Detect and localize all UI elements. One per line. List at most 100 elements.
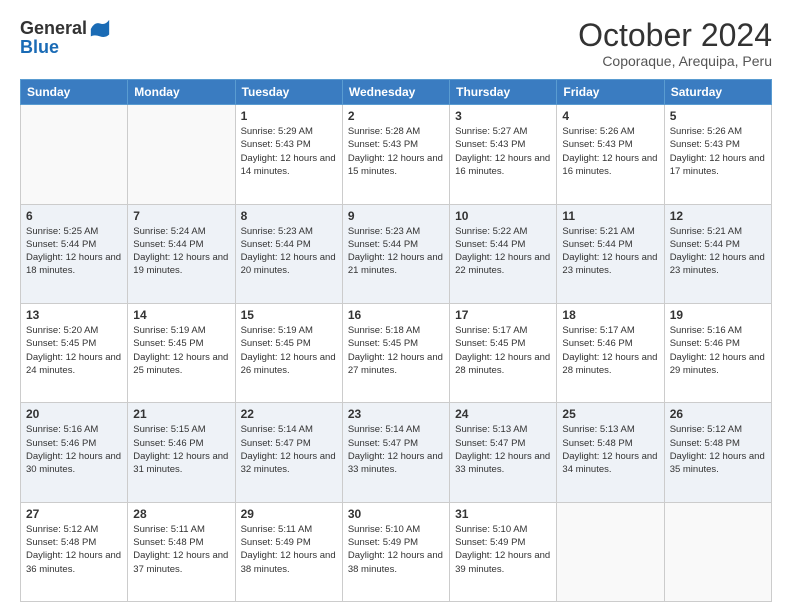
day-number: 30 [348,507,444,521]
logo-general: General [20,19,87,39]
day-info: Sunrise: 5:28 AM Sunset: 5:43 PM Dayligh… [348,125,444,178]
table-row: 3Sunrise: 5:27 AM Sunset: 5:43 PM Daylig… [450,105,557,204]
day-number: 15 [241,308,337,322]
table-row: 23Sunrise: 5:14 AM Sunset: 5:47 PM Dayli… [342,403,449,502]
location: Coporaque, Arequipa, Peru [578,53,772,69]
table-row: 12Sunrise: 5:21 AM Sunset: 5:44 PM Dayli… [664,204,771,303]
table-row: 6Sunrise: 5:25 AM Sunset: 5:44 PM Daylig… [21,204,128,303]
day-number: 17 [455,308,551,322]
day-info: Sunrise: 5:11 AM Sunset: 5:49 PM Dayligh… [241,523,337,576]
day-info: Sunrise: 5:17 AM Sunset: 5:46 PM Dayligh… [562,324,658,377]
day-info: Sunrise: 5:23 AM Sunset: 5:44 PM Dayligh… [241,225,337,278]
header-thursday: Thursday [450,80,557,105]
logo: General Blue [20,18,111,58]
table-row: 5 Sunrise: 5:26 AM Sunset: 5:43 PM Daylig… [664,105,771,204]
day-info: Sunrise: 5:11 AM Sunset: 5:48 PM Dayligh… [133,523,229,576]
logo-icon [89,18,111,40]
day-number: 3 [455,109,551,123]
header-saturday: Saturday [664,80,771,105]
table-row: 29 Sunrise: 5:11 AM Sunset: 5:49 PM Dayli… [235,502,342,601]
day-number: 23 [348,407,444,421]
calendar-table: Sunday Monday Tuesday Wednesday Thursday… [20,79,772,602]
table-row [21,105,128,204]
day-number: 29 [241,507,337,521]
header-sunday: Sunday [21,80,128,105]
month-title: October 2024 [578,18,772,53]
table-row: 30 Sunrise: 5:10 AM Sunset: 5:49 PM Dayli… [342,502,449,601]
table-row: 25Sunrise: 5:13 AM Sunset: 5:48 PM Dayli… [557,403,664,502]
day-info: Sunrise: 5:13 AM Sunset: 5:47 PM Dayligh… [455,423,551,476]
day-number: 5 [670,109,766,123]
day-number: 14 [133,308,229,322]
table-row: 4Sunrise: 5:26 AM Sunset: 5:43 PM Daylig… [557,105,664,204]
table-row: 21Sunrise: 5:15 AM Sunset: 5:46 PM Dayli… [128,403,235,502]
day-info: Sunrise: 5:19 AM Sunset: 5:45 PM Dayligh… [241,324,337,377]
day-number: 26 [670,407,766,421]
day-info: Sunrise: 5:20 AM Sunset: 5:45 PM Dayligh… [26,324,122,377]
table-row: 31Sunrise: 5:10 AM Sunset: 5:49 PM Dayli… [450,502,557,601]
table-row [128,105,235,204]
day-number: 19 [670,308,766,322]
table-row: 28 Sunrise: 5:11 AM Sunset: 5:48 PM Dayli… [128,502,235,601]
header: General Blue October 2024 Coporaque, Are… [20,18,772,69]
calendar-week-5: 27 Sunrise: 5:12 AM Sunset: 5:48 PM Dayli… [21,502,772,601]
day-number: 7 [133,209,229,223]
table-row [664,502,771,601]
day-info: Sunrise: 5:10 AM Sunset: 5:49 PM Dayligh… [348,523,444,576]
day-number: 12 [670,209,766,223]
day-number: 22 [241,407,337,421]
day-info: Sunrise: 5:29 AM Sunset: 5:43 PM Dayligh… [241,125,337,178]
weekday-header-row: Sunday Monday Tuesday Wednesday Thursday… [21,80,772,105]
day-info: Sunrise: 5:25 AM Sunset: 5:44 PM Dayligh… [26,225,122,278]
day-number: 28 [133,507,229,521]
table-row: 15 Sunrise: 5:19 AM Sunset: 5:45 PM Dayli… [235,303,342,402]
day-info: Sunrise: 5:12 AM Sunset: 5:48 PM Dayligh… [26,523,122,576]
day-info: Sunrise: 5:24 AM Sunset: 5:44 PM Dayligh… [133,225,229,278]
day-number: 8 [241,209,337,223]
table-row: 8 Sunrise: 5:23 AM Sunset: 5:44 PM Daylig… [235,204,342,303]
day-info: Sunrise: 5:18 AM Sunset: 5:45 PM Dayligh… [348,324,444,377]
table-row: 26 Sunrise: 5:12 AM Sunset: 5:48 PM Dayli… [664,403,771,502]
table-row: 11Sunrise: 5:21 AM Sunset: 5:44 PM Dayli… [557,204,664,303]
day-number: 24 [455,407,551,421]
day-info: Sunrise: 5:14 AM Sunset: 5:47 PM Dayligh… [241,423,337,476]
calendar-week-1: 1 Sunrise: 5:29 AM Sunset: 5:43 PM Daylig… [21,105,772,204]
table-row: 14Sunrise: 5:19 AM Sunset: 5:45 PM Dayli… [128,303,235,402]
page: General Blue October 2024 Coporaque, Are… [0,0,792,612]
header-wednesday: Wednesday [342,80,449,105]
day-info: Sunrise: 5:17 AM Sunset: 5:45 PM Dayligh… [455,324,551,377]
table-row: 1 Sunrise: 5:29 AM Sunset: 5:43 PM Daylig… [235,105,342,204]
day-info: Sunrise: 5:16 AM Sunset: 5:46 PM Dayligh… [26,423,122,476]
day-number: 18 [562,308,658,322]
table-row: 2 Sunrise: 5:28 AM Sunset: 5:43 PM Daylig… [342,105,449,204]
day-number: 31 [455,507,551,521]
day-number: 27 [26,507,122,521]
day-info: Sunrise: 5:22 AM Sunset: 5:44 PM Dayligh… [455,225,551,278]
day-info: Sunrise: 5:12 AM Sunset: 5:48 PM Dayligh… [670,423,766,476]
day-number: 9 [348,209,444,223]
day-number: 16 [348,308,444,322]
day-info: Sunrise: 5:16 AM Sunset: 5:46 PM Dayligh… [670,324,766,377]
table-row: 24 Sunrise: 5:13 AM Sunset: 5:47 PM Dayli… [450,403,557,502]
table-row: 17 Sunrise: 5:17 AM Sunset: 5:45 PM Dayli… [450,303,557,402]
calendar-week-3: 13Sunrise: 5:20 AM Sunset: 5:45 PM Dayli… [21,303,772,402]
title-block: October 2024 Coporaque, Arequipa, Peru [578,18,772,69]
day-number: 10 [455,209,551,223]
header-monday: Monday [128,80,235,105]
table-row: 20 Sunrise: 5:16 AM Sunset: 5:46 PM Dayli… [21,403,128,502]
day-info: Sunrise: 5:15 AM Sunset: 5:46 PM Dayligh… [133,423,229,476]
table-row: 18 Sunrise: 5:17 AM Sunset: 5:46 PM Dayli… [557,303,664,402]
day-info: Sunrise: 5:23 AM Sunset: 5:44 PM Dayligh… [348,225,444,278]
day-info: Sunrise: 5:26 AM Sunset: 5:43 PM Dayligh… [670,125,766,178]
table-row: 19 Sunrise: 5:16 AM Sunset: 5:46 PM Dayli… [664,303,771,402]
table-row: 27 Sunrise: 5:12 AM Sunset: 5:48 PM Dayli… [21,502,128,601]
day-number: 1 [241,109,337,123]
day-number: 11 [562,209,658,223]
day-number: 2 [348,109,444,123]
table-row: 16 Sunrise: 5:18 AM Sunset: 5:45 PM Dayli… [342,303,449,402]
logo-blue: Blue [20,38,59,58]
table-row: 13Sunrise: 5:20 AM Sunset: 5:45 PM Dayli… [21,303,128,402]
day-info: Sunrise: 5:26 AM Sunset: 5:43 PM Dayligh… [562,125,658,178]
day-number: 20 [26,407,122,421]
table-row: 9 Sunrise: 5:23 AM Sunset: 5:44 PM Daylig… [342,204,449,303]
